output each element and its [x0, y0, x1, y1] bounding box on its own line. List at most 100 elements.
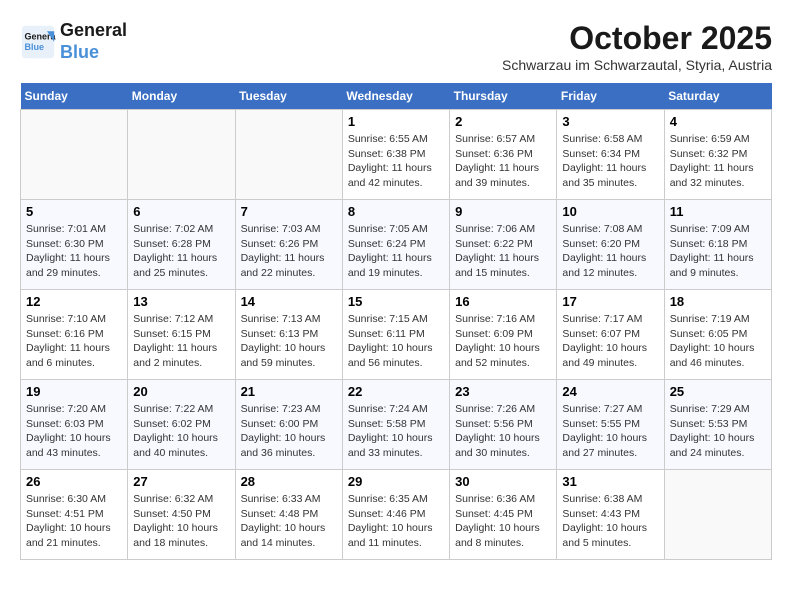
day-info: Sunrise: 6:33 AMSunset: 4:48 PMDaylight:… [241, 492, 337, 551]
day-info: Sunrise: 6:57 AMSunset: 6:36 PMDaylight:… [455, 132, 551, 191]
svg-text:Blue: Blue [25, 42, 45, 52]
day-cell [128, 110, 235, 200]
day-cell: 22Sunrise: 7:24 AMSunset: 5:58 PMDayligh… [342, 380, 449, 470]
day-info: Sunrise: 7:24 AMSunset: 5:58 PMDaylight:… [348, 402, 444, 461]
day-number: 30 [455, 474, 551, 489]
day-info: Sunrise: 7:29 AMSunset: 5:53 PMDaylight:… [670, 402, 766, 461]
day-cell: 12Sunrise: 7:10 AMSunset: 6:16 PMDayligh… [21, 290, 128, 380]
day-number: 31 [562, 474, 658, 489]
week-row-4: 19Sunrise: 7:20 AMSunset: 6:03 PMDayligh… [21, 380, 772, 470]
day-cell: 2 Sunrise: 6:57 AMSunset: 6:36 PMDaylight… [450, 110, 557, 200]
day-cell: 13Sunrise: 7:12 AMSunset: 6:15 PMDayligh… [128, 290, 235, 380]
day-info: Sunrise: 7:27 AMSunset: 5:55 PMDaylight:… [562, 402, 658, 461]
week-row-2: 5 Sunrise: 7:01 AMSunset: 6:30 PMDaylight… [21, 200, 772, 290]
day-cell: 3Sunrise: 6:58 AMSunset: 6:34 PMDaylight… [557, 110, 664, 200]
day-number: 10 [562, 204, 658, 219]
day-number: 5 [26, 204, 122, 219]
day-info: Sunrise: 6:59 AMSunset: 6:32 PMDaylight:… [670, 132, 766, 191]
weekday-thursday: Thursday [450, 83, 557, 110]
day-cell: 31 Sunrise: 6:38 AMSunset: 4:43 PMDayligh… [557, 470, 664, 560]
day-info: Sunrise: 7:16 AMSunset: 6:09 PMDaylight:… [455, 312, 551, 371]
day-info: Sunrise: 7:20 AMSunset: 6:03 PMDaylight:… [26, 402, 122, 461]
weekday-wednesday: Wednesday [342, 83, 449, 110]
day-info: Sunrise: 6:58 AMSunset: 6:34 PMDaylight:… [562, 132, 658, 191]
day-cell: 4 Sunrise: 6:59 AMSunset: 6:32 PMDaylight… [664, 110, 771, 200]
page-header: General Blue General Blue October 2025 S… [20, 20, 772, 73]
day-info: Sunrise: 7:22 AMSunset: 6:02 PMDaylight:… [133, 402, 229, 461]
day-info: Sunrise: 7:17 AMSunset: 6:07 PMDaylight:… [562, 312, 658, 371]
weekday-tuesday: Tuesday [235, 83, 342, 110]
day-info: Sunrise: 7:12 AMSunset: 6:15 PMDaylight:… [133, 312, 229, 371]
day-info: Sunrise: 7:05 AMSunset: 6:24 PMDaylight:… [348, 222, 444, 281]
week-row-3: 12Sunrise: 7:10 AMSunset: 6:16 PMDayligh… [21, 290, 772, 380]
day-cell: 29Sunrise: 6:35 AMSunset: 4:46 PMDayligh… [342, 470, 449, 560]
day-cell: 10 Sunrise: 7:08 AMSunset: 6:20 PMDayligh… [557, 200, 664, 290]
day-info: Sunrise: 7:19 AMSunset: 6:05 PMDaylight:… [670, 312, 766, 371]
day-cell: 6Sunrise: 7:02 AMSunset: 6:28 PMDaylight… [128, 200, 235, 290]
logo: General Blue General Blue [20, 20, 127, 63]
day-cell: 28 Sunrise: 6:33 AMSunset: 4:48 PMDayligh… [235, 470, 342, 560]
day-cell: 24Sunrise: 7:27 AMSunset: 5:55 PMDayligh… [557, 380, 664, 470]
day-number: 11 [670, 204, 766, 219]
day-info: Sunrise: 7:06 AMSunset: 6:22 PMDaylight:… [455, 222, 551, 281]
day-cell [664, 470, 771, 560]
day-number: 28 [241, 474, 337, 489]
day-info: Sunrise: 7:08 AMSunset: 6:20 PMDaylight:… [562, 222, 658, 281]
day-info: Sunrise: 7:26 AMSunset: 5:56 PMDaylight:… [455, 402, 551, 461]
day-number: 18 [670, 294, 766, 309]
day-cell: 15 Sunrise: 7:15 AMSunset: 6:11 PMDayligh… [342, 290, 449, 380]
day-cell [21, 110, 128, 200]
day-info: Sunrise: 7:15 AMSunset: 6:11 PMDaylight:… [348, 312, 444, 371]
logo-icon: General Blue [20, 24, 56, 60]
day-cell: 8 Sunrise: 7:05 AMSunset: 6:24 PMDaylight… [342, 200, 449, 290]
calendar-table: SundayMondayTuesdayWednesdayThursdayFrid… [20, 83, 772, 560]
day-info: Sunrise: 6:38 AMSunset: 4:43 PMDaylight:… [562, 492, 658, 551]
day-cell: 7 Sunrise: 7:03 AMSunset: 6:26 PMDaylight… [235, 200, 342, 290]
day-number: 17 [562, 294, 658, 309]
day-info: Sunrise: 6:36 AMSunset: 4:45 PMDaylight:… [455, 492, 551, 551]
calendar-body: 1 Sunrise: 6:55 AMSunset: 6:38 PMDaylight… [21, 110, 772, 560]
weekday-friday: Friday [557, 83, 664, 110]
week-row-5: 26 Sunrise: 6:30 AMSunset: 4:51 PMDayligh… [21, 470, 772, 560]
day-cell: 21Sunrise: 7:23 AMSunset: 6:00 PMDayligh… [235, 380, 342, 470]
day-number: 9 [455, 204, 551, 219]
day-number: 4 [670, 114, 766, 129]
day-info: Sunrise: 7:09 AMSunset: 6:18 PMDaylight:… [670, 222, 766, 281]
weekday-header-row: SundayMondayTuesdayWednesdayThursdayFrid… [21, 83, 772, 110]
day-info: Sunrise: 6:30 AMSunset: 4:51 PMDaylight:… [26, 492, 122, 551]
day-number: 23 [455, 384, 551, 399]
day-number: 15 [348, 294, 444, 309]
logo-text: General Blue [60, 20, 127, 63]
day-info: Sunrise: 7:23 AMSunset: 6:00 PMDaylight:… [241, 402, 337, 461]
day-info: Sunrise: 6:55 AMSunset: 6:38 PMDaylight:… [348, 132, 444, 191]
day-cell: 5 Sunrise: 7:01 AMSunset: 6:30 PMDaylight… [21, 200, 128, 290]
day-cell: 25 Sunrise: 7:29 AMSunset: 5:53 PMDayligh… [664, 380, 771, 470]
day-cell [235, 110, 342, 200]
day-cell: 16 Sunrise: 7:16 AMSunset: 6:09 PMDayligh… [450, 290, 557, 380]
day-number: 1 [348, 114, 444, 129]
day-info: Sunrise: 7:13 AMSunset: 6:13 PMDaylight:… [241, 312, 337, 371]
day-info: Sunrise: 7:03 AMSunset: 6:26 PMDaylight:… [241, 222, 337, 281]
day-number: 16 [455, 294, 551, 309]
day-number: 29 [348, 474, 444, 489]
day-number: 27 [133, 474, 229, 489]
month-title: October 2025 [502, 20, 772, 57]
day-cell: 9 Sunrise: 7:06 AMSunset: 6:22 PMDaylight… [450, 200, 557, 290]
day-number: 7 [241, 204, 337, 219]
title-block: October 2025 Schwarzau im Schwarzautal, … [502, 20, 772, 73]
weekday-monday: Monday [128, 83, 235, 110]
day-cell: 27 Sunrise: 6:32 AMSunset: 4:50 PMDayligh… [128, 470, 235, 560]
day-number: 26 [26, 474, 122, 489]
day-info: Sunrise: 6:32 AMSunset: 4:50 PMDaylight:… [133, 492, 229, 551]
day-cell: 23 Sunrise: 7:26 AMSunset: 5:56 PMDayligh… [450, 380, 557, 470]
day-number: 2 [455, 114, 551, 129]
day-number: 8 [348, 204, 444, 219]
week-row-1: 1 Sunrise: 6:55 AMSunset: 6:38 PMDaylight… [21, 110, 772, 200]
day-number: 20 [133, 384, 229, 399]
day-number: 25 [670, 384, 766, 399]
day-cell: 14Sunrise: 7:13 AMSunset: 6:13 PMDayligh… [235, 290, 342, 380]
day-info: Sunrise: 7:01 AMSunset: 6:30 PMDaylight:… [26, 222, 122, 281]
day-cell: 17 Sunrise: 7:17 AMSunset: 6:07 PMDayligh… [557, 290, 664, 380]
day-cell: 19Sunrise: 7:20 AMSunset: 6:03 PMDayligh… [21, 380, 128, 470]
day-info: Sunrise: 7:02 AMSunset: 6:28 PMDaylight:… [133, 222, 229, 281]
